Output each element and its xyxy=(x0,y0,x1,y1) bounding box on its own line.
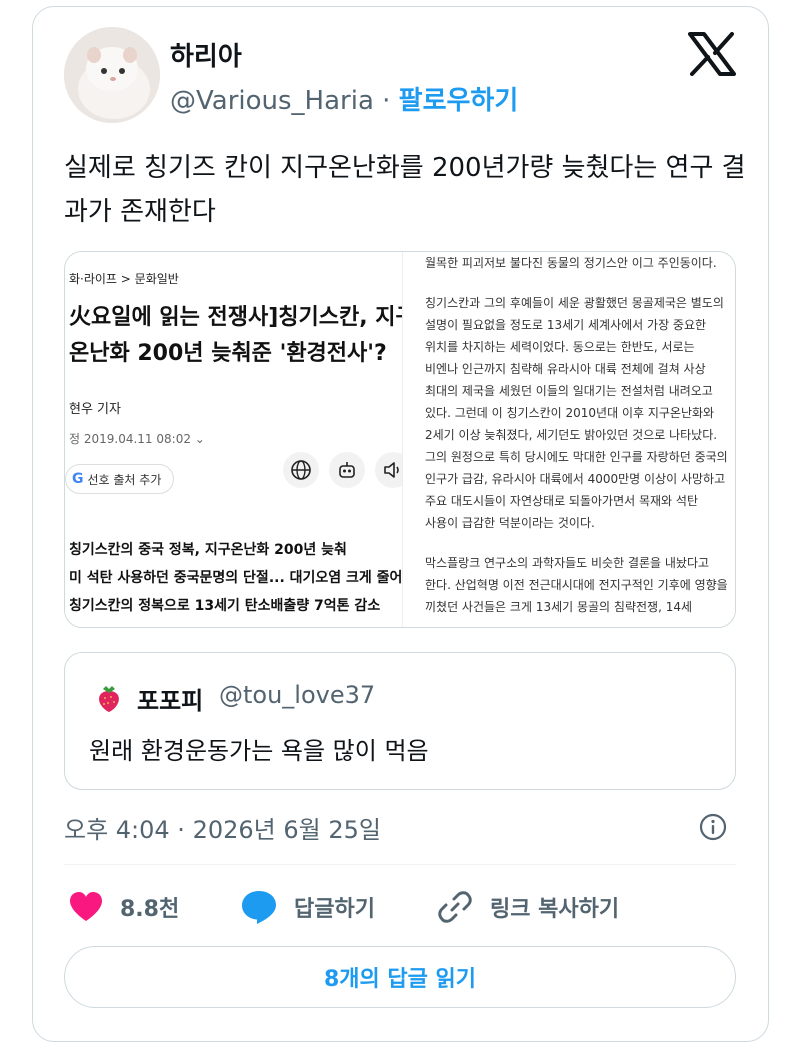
article-date: 정 2019.04.11 08:02 ⌄ xyxy=(69,432,205,446)
preferred-source-button: G 선호 출처 추가 xyxy=(65,464,175,494)
headline-line: 火요일에 읽는 전쟁사]칭기스칸, 지구 xyxy=(69,305,402,330)
hamster-avatar-icon xyxy=(64,27,160,123)
like-count: 8.8천 xyxy=(120,897,180,922)
timestamp[interactable]: 오후 4:04 · 2026년 6월 25일 xyxy=(64,810,381,845)
article-summary: 칭기스칸의 중국 정복, 지구온난화 200년 늦춰 미 석탄 사용하던 중국문… xyxy=(69,536,402,620)
summary-line: 칭기스칸의 정복으로 13세기 탄소배출량 7억톤 감소 xyxy=(69,598,381,614)
quoted-display-name: 포포피 xyxy=(137,687,204,715)
copy-link-label: 링크 복사하기 xyxy=(490,897,620,922)
action-bar: 8.8천 답글하기 링크 복사하기 xyxy=(64,884,736,930)
link-icon xyxy=(438,891,472,923)
body-paragraph: 월목한 피괴저보 불다진 동물의 정기스안 이그 주인동이다. xyxy=(425,256,717,270)
article-body: 월목한 피괴저보 불다진 동물의 정기스안 이그 주인동이다. 칭기스칸과 그의… xyxy=(425,252,730,627)
article-author: 현우 기자 xyxy=(69,402,121,417)
speaker-icon xyxy=(375,452,402,488)
reply-label: 답글하기 xyxy=(294,897,375,922)
robot-icon xyxy=(329,452,365,488)
body-paragraph: 칭기스칸과 그의 후예들이 세운 광활했던 몽골제국은 별도의 설명이 필요없을… xyxy=(425,296,728,530)
read-replies-button[interactable]: 8개의 답글 읽기 xyxy=(64,946,736,1008)
article-tools xyxy=(283,452,402,488)
quoted-handle: @tou_love37 xyxy=(219,681,376,709)
reply-button[interactable]: 답글하기 xyxy=(240,884,375,930)
headline-line: 온난화 200년 늦춰준 '환경전사'? xyxy=(69,341,387,366)
divider xyxy=(64,864,736,865)
article-body-screenshot: 월목한 피괴저보 불다진 동물의 정기스안 이그 주인동이다. 칭기스칸과 그의… xyxy=(402,252,735,627)
google-g-icon: G xyxy=(72,471,84,487)
info-icon[interactable] xyxy=(698,812,728,842)
separator: · xyxy=(382,86,391,116)
avatar[interactable] xyxy=(64,27,160,123)
globe-icon xyxy=(283,452,319,488)
copy-link-button[interactable]: 링크 복사하기 xyxy=(436,884,619,930)
strawberry-icon xyxy=(99,686,119,712)
x-logo-icon[interactable] xyxy=(688,32,736,76)
chevron-down-icon: ⌄ xyxy=(194,432,205,446)
reply-bubble-icon xyxy=(242,891,276,924)
tweet-text: 실제로 칭기즈 칸이 지구온난화를 200년가량 늦췄다는 연구 결과가 존재한… xyxy=(64,153,746,227)
summary-line: 미 석탄 사용하던 중국문명의 단절... 대기오염 크게 줄어 xyxy=(69,570,402,586)
article-screenshot: 화·라이프 > 문화일반 火요일에 읽는 전쟁사]칭기스칸, 지구 온난화 20… xyxy=(65,252,402,627)
like-button[interactable]: 8.8천 xyxy=(68,884,179,930)
handle-line: @Various_Haria · 팔로우하기 xyxy=(170,80,518,117)
follow-button[interactable]: 팔로우하기 xyxy=(399,86,519,116)
body-paragraph: 막스플랑크 연구소의 과학자들도 비슷한 결론을 내놨다고 한다. 산업혁명 이… xyxy=(425,556,728,614)
article-category: 화·라이프 > 문화일반 xyxy=(69,272,179,286)
user-handle[interactable]: @Various_Haria xyxy=(170,86,374,116)
quoted-tweet[interactable]: 포포피 @tou_love37 원래 환경운동가는 욕을 많이 먹음 xyxy=(64,652,736,790)
article-headline: 火요일에 읽는 전쟁사]칭기스칸, 지구 온난화 200년 늦춰준 '환경전사'… xyxy=(69,300,402,372)
summary-line: 칭기스칸의 중국 정복, 지구온난화 200년 늦춰 xyxy=(69,542,347,558)
heart-icon xyxy=(70,892,102,921)
quoted-text: 원래 환경운동가는 욕을 많이 먹음 xyxy=(89,737,429,765)
tweet-media[interactable]: 화·라이프 > 문화일반 火요일에 읽는 전쟁사]칭기스칸, 지구 온난화 20… xyxy=(64,251,736,628)
display-name[interactable]: 하리아 xyxy=(170,36,242,73)
